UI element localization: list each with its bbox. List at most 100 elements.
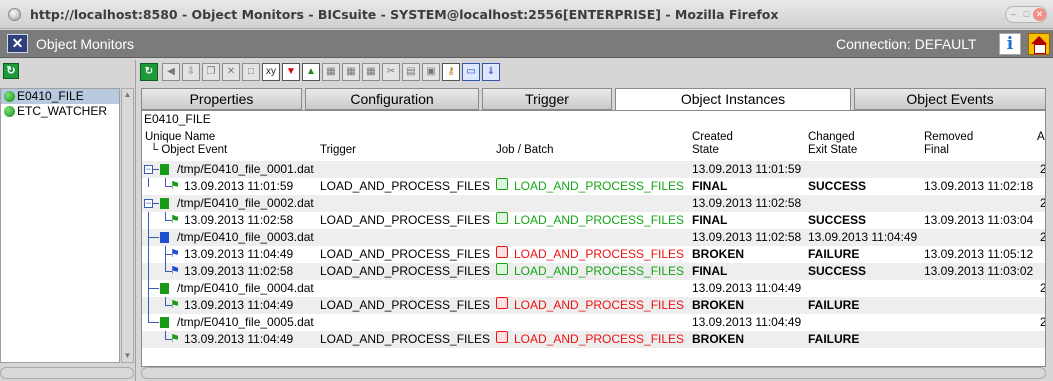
refresh-button[interactable]: ↻ bbox=[140, 63, 158, 81]
scroll-down-icon[interactable]: ▼ bbox=[123, 351, 132, 361]
object-blue-icon bbox=[160, 232, 169, 243]
refresh-icon[interactable]: ↻ bbox=[3, 63, 19, 79]
row-created: 13.09.2013 11:02:58 bbox=[692, 230, 802, 244]
grid-a-icon[interactable]: ▦ bbox=[322, 63, 340, 81]
tab-trigger[interactable]: Trigger bbox=[482, 88, 612, 110]
table-row[interactable]: /tmp/E0410_file_0003.dat 13.09.2013 11:0… bbox=[142, 229, 1045, 246]
tab-object-events[interactable]: Object Events bbox=[854, 88, 1046, 110]
row-trigger: LOAD_AND_PROCESS_FILES bbox=[320, 332, 491, 346]
header-line: State bbox=[692, 144, 719, 156]
clipboard-icon[interactable]: ▣ bbox=[422, 63, 440, 81]
grid-c-icon[interactable]: ▦ bbox=[362, 63, 380, 81]
monitor-item-e0410-file[interactable]: E0410_FILE bbox=[1, 89, 119, 104]
row-name: 13.09.2013 11:04:49 bbox=[184, 298, 294, 312]
tab-object-instances[interactable]: Object Instances bbox=[615, 88, 851, 111]
column-header-truncated[interactable]: A bbox=[1037, 131, 1045, 144]
row-exit-state: FAILURE bbox=[808, 247, 860, 261]
cut-icon[interactable]: ✂ bbox=[382, 63, 400, 81]
delete-icon[interactable]: ✕ bbox=[222, 63, 240, 81]
home-icon[interactable] bbox=[1028, 33, 1050, 55]
scroll-up-icon[interactable]: ▲ bbox=[123, 90, 132, 100]
tab-configuration[interactable]: Configuration bbox=[305, 88, 479, 110]
row-state: BROKEN bbox=[692, 332, 745, 346]
minimize-icon[interactable]: – bbox=[1007, 8, 1020, 21]
table-row[interactable]: ⚑ 13.09.2013 11:02:58 LOAD_AND_PROCESS_F… bbox=[142, 263, 1045, 280]
row-final: 13.09.2013 11:03:04 bbox=[924, 213, 1034, 227]
instance-table-body: − /tmp/E0410_file_0001.dat 13.09.2013 11… bbox=[142, 161, 1045, 348]
tree-guide: ⚑ bbox=[142, 331, 180, 348]
download-icon[interactable]: ⇓ bbox=[482, 63, 500, 81]
row-state: FINAL bbox=[692, 264, 728, 278]
row-name: 13.09.2013 11:02:58 bbox=[184, 264, 294, 278]
tree-guide: ⚑ bbox=[142, 178, 180, 195]
table-row[interactable]: ⚑ 13.09.2013 11:04:49 LOAD_AND_PROCESS_F… bbox=[142, 246, 1045, 263]
table-row[interactable]: ⚑ 13.09.2013 11:04:49 LOAD_AND_PROCESS_F… bbox=[142, 331, 1045, 348]
column-header-removed[interactable]: Removed Final bbox=[924, 131, 973, 157]
row-trigger: LOAD_AND_PROCESS_FILES bbox=[320, 247, 491, 261]
info-icon[interactable]: i bbox=[999, 33, 1021, 55]
column-header-name[interactable]: Unique Name └ Object Event bbox=[145, 131, 227, 157]
tree-guide: ⚑ bbox=[142, 246, 180, 263]
grid-b-icon[interactable]: ▦ bbox=[342, 63, 360, 81]
row-trigger: LOAD_AND_PROCESS_FILES bbox=[320, 264, 491, 278]
job-success-icon bbox=[496, 178, 508, 190]
row-name: /tmp/E0410_file_0002.dat bbox=[177, 196, 314, 210]
row-job-label: LOAD_AND_PROCESS_FILES bbox=[514, 179, 685, 193]
row-name: /tmp/E0410_file_0005.dat bbox=[177, 315, 314, 329]
app-title: Object Monitors bbox=[36, 36, 135, 52]
row-exit-state: SUCCESS bbox=[808, 213, 867, 227]
job-success-icon bbox=[496, 212, 508, 224]
row-state: FINAL bbox=[692, 213, 728, 227]
monitor-item-etc-watcher[interactable]: ETC_WATCHER bbox=[1, 104, 119, 119]
row-state: BROKEN bbox=[692, 247, 745, 261]
table-row[interactable]: ⚑ 13.09.2013 11:04:49 LOAD_AND_PROCESS_F… bbox=[142, 297, 1045, 314]
column-header-created[interactable]: Created State bbox=[692, 131, 733, 157]
column-header-trigger[interactable]: Trigger bbox=[320, 144, 356, 157]
xy-icon[interactable]: xy bbox=[262, 63, 280, 81]
content-hscrollbar[interactable] bbox=[141, 367, 1046, 379]
app-logo-icon: ✕ bbox=[7, 34, 28, 53]
table-row[interactable]: /tmp/E0410_file_0005.dat 13.09.2013 11:0… bbox=[142, 314, 1045, 331]
maximize-icon[interactable]: □ bbox=[1020, 8, 1033, 21]
new-icon[interactable]: □ bbox=[242, 63, 260, 81]
table-row[interactable]: ⚑ 13.09.2013 11:01:59 LOAD_AND_PROCESS_F… bbox=[142, 178, 1045, 195]
header-line: Removed bbox=[924, 131, 974, 143]
window-menu-icon[interactable] bbox=[8, 8, 21, 21]
monitor-list: E0410_FILE ETC_WATCHER bbox=[0, 88, 120, 363]
collapse-icon[interactable]: − bbox=[144, 199, 153, 208]
row-state: FINAL bbox=[692, 179, 728, 193]
close-icon[interactable]: ✕ bbox=[1033, 8, 1046, 21]
copy-icon[interactable]: ❐ bbox=[202, 63, 220, 81]
tab-properties[interactable]: Properties bbox=[141, 88, 302, 110]
table-row[interactable]: ⚑ 13.09.2013 11:02:58 LOAD_AND_PROCESS_F… bbox=[142, 212, 1045, 229]
back-icon[interactable]: ◀ bbox=[162, 63, 180, 81]
filter-red-icon[interactable]: ▼ bbox=[282, 63, 300, 81]
header-line: Unique Name bbox=[145, 131, 216, 143]
row-job-label: LOAD_AND_PROCESS_FILES bbox=[514, 264, 685, 278]
monitor-item-label: E0410_FILE bbox=[17, 89, 84, 103]
row-created: 13.09.2013 11:04:49 bbox=[692, 315, 802, 329]
column-header-changed[interactable]: Changed Exit State bbox=[808, 131, 857, 157]
breadcrumb: E0410_FILE bbox=[144, 112, 211, 126]
monitor-list-hscrollbar[interactable] bbox=[0, 367, 134, 379]
table-row[interactable]: − /tmp/E0410_file_0001.dat 13.09.2013 11… bbox=[142, 161, 1045, 178]
job-failure-icon bbox=[496, 331, 508, 343]
row-job-label: LOAD_AND_PROCESS_FILES bbox=[514, 298, 685, 312]
filter-green-icon[interactable]: ▲ bbox=[302, 63, 320, 81]
column-header-job[interactable]: Job / Batch bbox=[496, 144, 554, 157]
row-created: 13.09.2013 11:01:59 bbox=[692, 162, 802, 176]
comment-icon[interactable]: ▭ bbox=[462, 63, 480, 81]
table-row[interactable]: /tmp/E0410_file_0004.dat 13.09.2013 11:0… bbox=[142, 280, 1045, 297]
event-green-flag-icon: ⚑ bbox=[170, 214, 180, 226]
table-row[interactable]: − /tmp/E0410_file_0002.dat 13.09.2013 11… bbox=[142, 195, 1045, 212]
row-name: 13.09.2013 11:02:58 bbox=[184, 213, 294, 227]
paste-icon[interactable]: ▤ bbox=[402, 63, 420, 81]
monitor-list-vscrollbar[interactable]: ▲ ▼ bbox=[121, 88, 134, 363]
object-green-icon bbox=[160, 283, 169, 294]
key-icon[interactable]: ⚷ bbox=[442, 63, 460, 81]
save-icon[interactable]: ⇩ bbox=[182, 63, 200, 81]
row-truncated: 20 bbox=[1040, 161, 1045, 178]
collapse-icon[interactable]: − bbox=[144, 165, 153, 174]
row-truncated: 20 bbox=[1040, 314, 1045, 331]
row-truncated: 20 bbox=[1040, 280, 1045, 297]
